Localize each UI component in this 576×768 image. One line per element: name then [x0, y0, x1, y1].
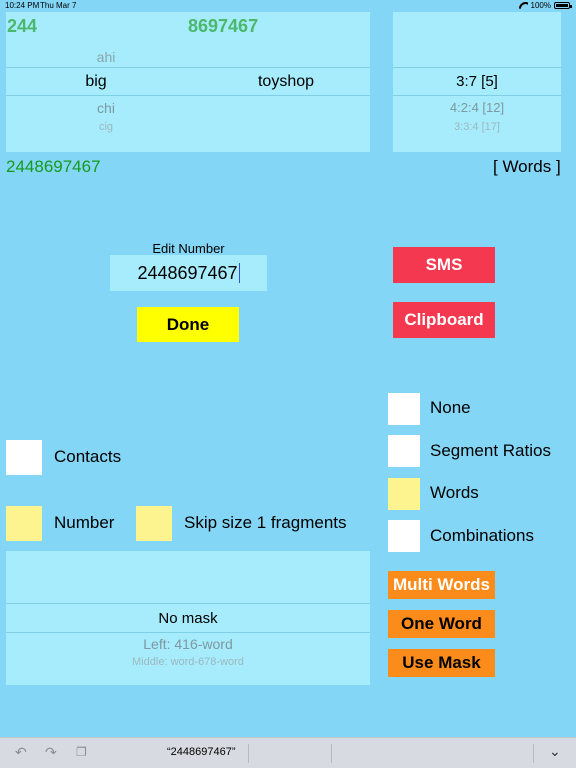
- mask-picker[interactable]: No mask Left: 416-word Middle: word-678-…: [6, 551, 370, 685]
- picker-row[interactable]: ahi: [66, 49, 146, 65]
- words-link[interactable]: [ Words ]: [493, 157, 561, 177]
- segment-ratios-checkbox[interactable]: [388, 435, 420, 467]
- combinations-label: Combinations: [430, 526, 534, 545]
- multi-words-button[interactable]: Multi Words: [388, 571, 495, 599]
- segment-ratios-label: Segment Ratios: [430, 441, 551, 460]
- status-date: Thu Mar 7: [40, 1, 77, 10]
- edit-number-label: Edit Number: [152, 241, 225, 256]
- word-picker[interactable]: 244 8697467 ahi big toyshop chi cig: [6, 12, 370, 152]
- ratio-picker[interactable]: 3:7 [5] 4:2:4 [12] 3:3:4 [17]: [393, 12, 561, 152]
- text-caret: [238, 263, 240, 283]
- contacts-checkbox[interactable]: [6, 440, 42, 475]
- edit-number-value: 2448697467: [137, 262, 238, 283]
- clipboard-button[interactable]: Clipboard: [393, 302, 495, 338]
- mask-row-selected[interactable]: No mask: [6, 610, 370, 627]
- combinations-checkbox[interactable]: [388, 520, 420, 552]
- none-checkbox[interactable]: [388, 393, 420, 425]
- edit-number-field[interactable]: 2448697467: [110, 255, 267, 291]
- picker-row[interactable]: cig: [66, 121, 146, 133]
- picker-head-left: 244: [7, 16, 38, 36]
- mask-row[interactable]: Middle: word-678-word: [6, 656, 370, 668]
- sms-button[interactable]: SMS: [393, 247, 495, 283]
- skip-fragments-label: Skip size 1 fragments: [184, 513, 347, 532]
- paste-icon[interactable]: ❐: [76, 745, 87, 759]
- keyboard-shortcut-bar: ↶ ↷ ❐ “2448697467” ⌄: [0, 737, 576, 768]
- status-time: 10:24 PM: [5, 1, 40, 10]
- autocomplete-suggestion[interactable]: “2448697467”: [167, 746, 236, 758]
- one-word-button[interactable]: One Word: [388, 610, 495, 638]
- battery-percent: 100%: [530, 1, 551, 10]
- contacts-label: Contacts: [54, 447, 122, 466]
- none-label: None: [430, 398, 471, 417]
- number-checkbox[interactable]: [6, 506, 42, 541]
- ratio-row[interactable]: 4:2:4 [12]: [393, 100, 561, 115]
- mask-row[interactable]: Left: 416-word: [6, 636, 370, 652]
- battery-icon: [554, 2, 572, 9]
- number-label: Number: [54, 513, 115, 532]
- use-mask-button[interactable]: Use Mask: [388, 649, 495, 677]
- picker-row-selected-right[interactable]: toyshop: [226, 73, 346, 91]
- wifi-icon: [519, 2, 528, 9]
- skip-fragments-checkbox[interactable]: [136, 506, 172, 541]
- ratio-row-selected[interactable]: 3:7 [5]: [393, 73, 561, 90]
- picker-row-selected-left[interactable]: big: [56, 73, 136, 91]
- dismiss-keyboard-icon[interactable]: ⌄: [549, 743, 561, 760]
- picker-head-right: 8697467: [188, 16, 259, 36]
- ratio-row[interactable]: 3:3:4 [17]: [393, 121, 561, 133]
- words-checkbox[interactable]: [388, 478, 420, 510]
- undo-icon[interactable]: ↶: [15, 744, 27, 761]
- full-number: 2448697467: [6, 157, 101, 176]
- redo-icon[interactable]: ↷: [45, 744, 57, 761]
- status-bar: 10:24 PM Thu Mar 7 100%: [0, 0, 576, 12]
- done-button[interactable]: Done: [137, 307, 239, 342]
- picker-row[interactable]: chi: [66, 100, 146, 116]
- words-label: Words: [430, 483, 479, 502]
